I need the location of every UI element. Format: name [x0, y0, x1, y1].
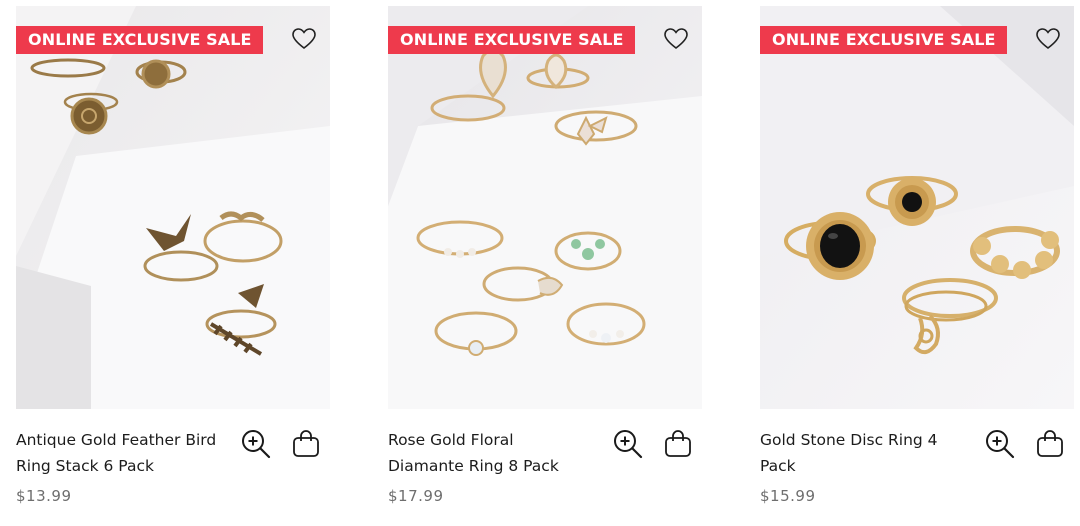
product-price: $15.99: [760, 487, 816, 505]
product-info: Gold Stone Disc Ring 4 Pack $15.99: [760, 409, 1074, 519]
shopping-bag-icon[interactable]: [661, 427, 695, 461]
heart-outline-icon[interactable]: [662, 26, 690, 52]
zoom-in-icon[interactable]: [983, 427, 1017, 461]
shopping-bag-icon[interactable]: [1033, 427, 1067, 461]
heart-outline-icon[interactable]: [1034, 26, 1062, 52]
zoom-in-icon[interactable]: [239, 427, 273, 461]
product-card: ONLINE EXCLUSIVE SALE Gold Stone Disc Ri…: [760, 6, 1074, 519]
sale-badge: ONLINE EXCLUSIVE SALE: [760, 26, 1007, 54]
product-name[interactable]: Antique Gold Feather Bird Ring Stack 6 P…: [16, 427, 221, 479]
shopping-bag-icon[interactable]: [289, 427, 323, 461]
product-name[interactable]: Rose Gold Floral Diamante Ring 8 Pack: [388, 427, 593, 479]
product-photo: [388, 6, 702, 409]
product-price: $17.99: [388, 487, 444, 505]
product-name[interactable]: Gold Stone Disc Ring 4 Pack: [760, 427, 965, 479]
heart-outline-icon[interactable]: [290, 26, 318, 52]
sale-badge: ONLINE EXCLUSIVE SALE: [388, 26, 635, 54]
product-info: Antique Gold Feather Bird Ring Stack 6 P…: [16, 409, 330, 519]
zoom-in-icon[interactable]: [611, 427, 645, 461]
product-grid: ONLINE EXCLUSIVE SALE Antique Gold Feath…: [0, 0, 1080, 526]
product-image[interactable]: ONLINE EXCLUSIVE SALE: [16, 6, 330, 409]
product-info: Rose Gold Floral Diamante Ring 8 Pack $1…: [388, 409, 702, 519]
product-card: ONLINE EXCLUSIVE SALE Antique Gold Feath…: [16, 6, 330, 519]
product-image[interactable]: ONLINE EXCLUSIVE SALE: [760, 6, 1074, 409]
sale-badge: ONLINE EXCLUSIVE SALE: [16, 26, 263, 54]
product-photo: [16, 6, 330, 409]
product-image[interactable]: ONLINE EXCLUSIVE SALE: [388, 6, 702, 409]
product-photo: [760, 6, 1074, 409]
product-card: ONLINE EXCLUSIVE SALE Rose Gold Floral D…: [388, 6, 702, 519]
product-price: $13.99: [16, 487, 72, 505]
